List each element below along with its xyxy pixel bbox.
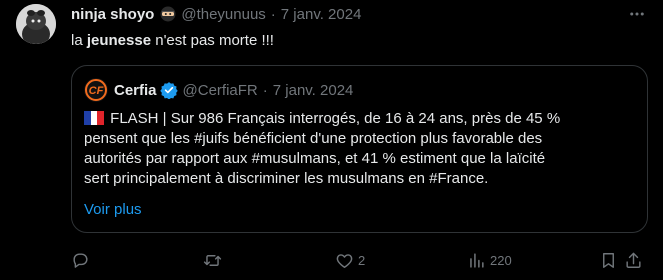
quoted-author-handle: @CerfiaFR	[182, 81, 258, 99]
like-button[interactable]: 2	[335, 248, 365, 272]
retweet-icon	[203, 254, 222, 266]
quoted-tweet-date: 7 janv. 2024	[272, 81, 354, 99]
tweet-text-suffix: n'est pas morte !!!	[151, 32, 274, 49]
author-name[interactable]: ninja shoyo	[71, 6, 154, 23]
views-chart-icon	[470, 252, 484, 268]
separator-dot: ·	[270, 5, 276, 23]
quoted-text-line-2: pensent que les #juifs bénéficient d'une…	[84, 130, 543, 147]
views-count: 220	[490, 252, 512, 268]
quoted-text-line-4: sert principalement à discriminer les mu…	[84, 170, 489, 187]
show-more-link[interactable]: Voir plus	[84, 201, 142, 218]
share-button[interactable]	[624, 248, 643, 272]
bookmark-button[interactable]	[599, 248, 618, 272]
quoted-author-name: Cerfia	[114, 81, 157, 99]
reply-icon	[73, 252, 88, 268]
reply-button[interactable]	[71, 248, 94, 272]
author-handle[interactable]: @theyunuus	[181, 6, 265, 23]
tweet-text-bold: jeunesse	[86, 32, 152, 49]
bookmark-icon	[603, 252, 614, 268]
more-dots-icon	[630, 12, 644, 16]
tweet-date[interactable]: 7 janv. 2024	[281, 6, 362, 23]
tweet-text-prefix: la	[71, 32, 87, 49]
ninja-emoji-icon	[160, 6, 176, 22]
quoted-tweet-header: CF Cerfia @CerfiaFR · 7 janv. 2024	[84, 78, 353, 102]
quoted-text-line-3: autorités par rapport aux #musulmans, et…	[84, 150, 546, 167]
avatar-image	[16, 4, 56, 44]
quoted-tweet[interactable]: CF Cerfia @CerfiaFR · 7 janv. 2024 FLASH…	[71, 65, 648, 233]
share-icon	[626, 252, 641, 268]
verified-badge-icon	[159, 81, 178, 99]
quoted-text-line-1: FLASH | Sur 986 Français interrogés, de …	[110, 110, 561, 127]
quoted-tweet-text: FLASH | Sur 986 Français interrogés, de …	[84, 109, 639, 189]
more-options-button[interactable]	[625, 2, 649, 26]
heart-icon	[336, 253, 353, 268]
separator-dot: ·	[262, 81, 268, 99]
cerfia-logo-icon: CF	[84, 78, 108, 102]
france-flag-icon	[84, 111, 104, 131]
action-bar: 2 220	[71, 248, 648, 272]
tweet-text: la jeunesse n'est pas morte !!!	[71, 31, 274, 51]
quoted-text-line: FLASH | Sur 986 Français interrogés, de …	[84, 109, 639, 129]
views-button[interactable]: 220	[467, 248, 512, 272]
tweet-header: ninja shoyo @theyunuus · 7 janv. 2024	[71, 4, 361, 24]
retweet-button[interactable]	[203, 248, 226, 272]
like-count: 2	[358, 252, 366, 268]
svg-text:CF: CF	[89, 85, 104, 97]
avatar[interactable]	[16, 4, 56, 44]
